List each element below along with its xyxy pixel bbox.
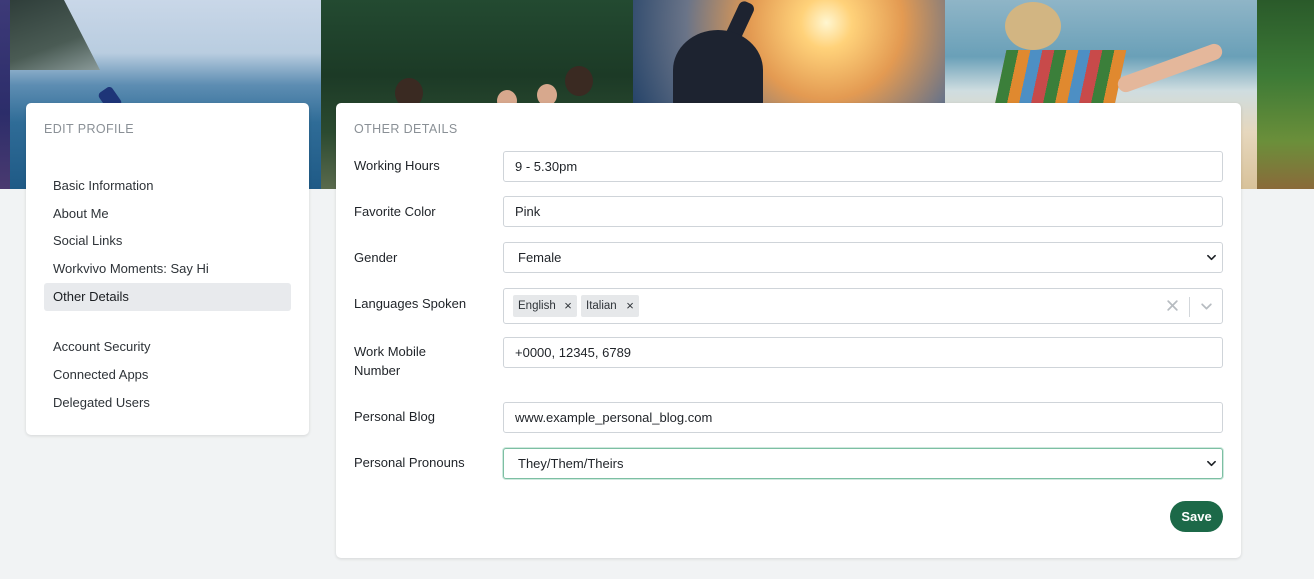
remove-tag-icon[interactable]: × (621, 295, 639, 317)
pronouns-selected-value: They/Them/Theirs (518, 456, 624, 471)
working-hours-input[interactable]: 9 - 5.30pm (503, 151, 1223, 182)
language-tag-english: English × (513, 295, 577, 317)
remove-tag-icon[interactable]: × (559, 295, 577, 317)
language-tag-italian: Italian × (581, 295, 639, 317)
work-mobile-input[interactable]: +0000, 12345, 6789 (503, 337, 1223, 368)
sidebar-item-other-details[interactable]: Other Details (44, 283, 291, 311)
edit-profile-sidebar: EDIT PROFILE Basic Information About Me … (26, 103, 309, 435)
chevron-down-icon (1207, 254, 1216, 261)
gender-label: Gender (354, 250, 398, 265)
gender-selected-value: Female (518, 250, 562, 265)
section-heading: OTHER DETAILS (354, 122, 458, 136)
sidebar-item-connected-apps[interactable]: Connected Apps (44, 361, 291, 389)
personal-pronouns-select[interactable]: They/Them/Theirs (503, 448, 1223, 479)
language-tag-label: Italian (586, 300, 617, 312)
languages-spoken-label: Languages Spoken (354, 296, 467, 311)
chevron-down-icon[interactable] (1200, 300, 1213, 313)
personal-blog-label: Personal Blog (354, 409, 435, 424)
working-hours-label: Working Hours (354, 158, 440, 173)
sidebar-item-about-me[interactable]: About Me (44, 200, 291, 228)
cover-photo-tile (0, 0, 10, 189)
sidebar-item-basic-information[interactable]: Basic Information (44, 172, 291, 200)
gender-select[interactable]: Female (503, 242, 1223, 273)
sidebar-item-workvivo-moments[interactable]: Workvivo Moments: Say Hi (44, 255, 291, 283)
chevron-down-icon (1207, 460, 1216, 467)
language-tag-label: English (518, 300, 556, 312)
sidebar-item-delegated-users[interactable]: Delegated Users (44, 389, 291, 417)
clear-icon[interactable] (1166, 299, 1179, 312)
other-details-card: OTHER DETAILS Working Hours 9 - 5.30pm F… (336, 103, 1241, 558)
work-mobile-label: Work Mobile Number (354, 344, 427, 378)
sidebar-item-account-security[interactable]: Account Security (44, 333, 291, 361)
favorite-color-label: Favorite Color (354, 204, 436, 219)
favorite-color-input[interactable]: Pink (503, 196, 1223, 227)
personal-pronouns-label: Personal Pronouns (354, 455, 465, 470)
multiselect-separator (1189, 297, 1190, 317)
languages-multiselect[interactable]: English × Italian × (503, 288, 1223, 324)
sidebar-item-social-links[interactable]: Social Links (44, 227, 291, 255)
personal-blog-input[interactable]: www.example_personal_blog.com (503, 402, 1223, 433)
cover-photo-foliage (1257, 0, 1314, 189)
sidebar-heading: EDIT PROFILE (44, 122, 135, 136)
save-button[interactable]: Save (1170, 501, 1223, 532)
